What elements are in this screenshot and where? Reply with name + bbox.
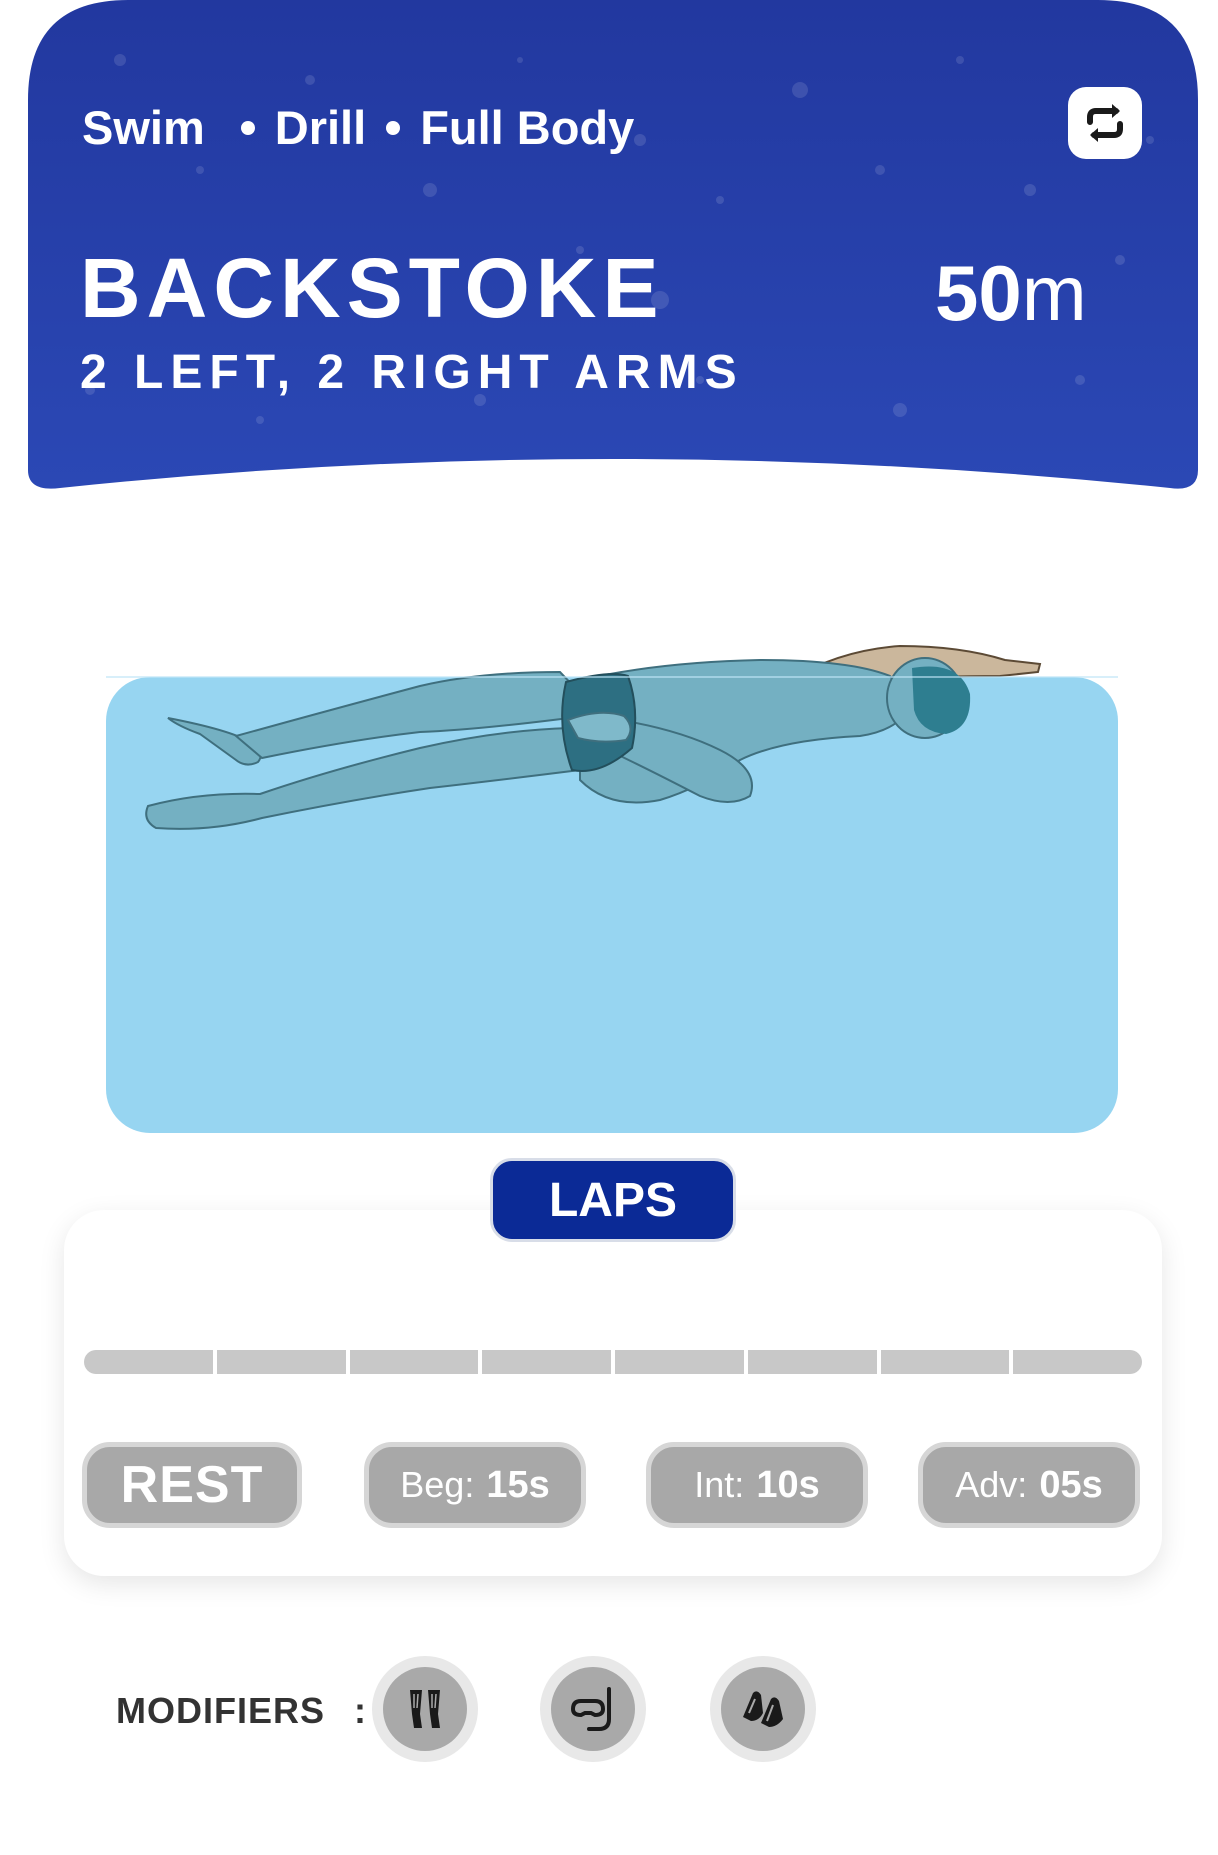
modifier-fins-button[interactable]	[372, 1656, 478, 1762]
hand	[566, 711, 632, 743]
rest-beginner-button[interactable]: Beg: 15s	[364, 1442, 586, 1528]
rest-level-label: Beg:	[400, 1464, 475, 1505]
exercise-subtitle: 2 LEFT, 2 RIGHT ARMS	[80, 346, 744, 399]
breadcrumb-item-sport: Swim	[82, 101, 205, 154]
laps-button[interactable]: LAPS	[490, 1158, 736, 1242]
separator-dot-icon	[240, 120, 255, 135]
snorkel-icon	[570, 1687, 611, 1731]
lap-segment	[84, 1350, 213, 1374]
swimmer-illustration	[106, 644, 1118, 1133]
rest-level-value: 05s	[1039, 1463, 1103, 1506]
laps-progress-bar	[84, 1350, 1142, 1374]
lap-segment	[1013, 1350, 1142, 1374]
lap-segment	[615, 1350, 744, 1374]
lap-segment	[747, 1350, 877, 1374]
rest-level-label: Int:	[694, 1464, 745, 1505]
lap-segment	[482, 1350, 611, 1374]
distance: 50m	[935, 248, 1087, 339]
lap-segment	[216, 1350, 346, 1374]
separator-dot-icon	[386, 120, 401, 135]
breadcrumb-item-type: Drill	[274, 101, 367, 154]
breadcrumb-item-focus: Full Body	[420, 101, 635, 154]
rest-level-value: 10s	[756, 1463, 820, 1506]
rest-button[interactable]: REST	[82, 1442, 302, 1528]
distance-value: 50	[935, 249, 1022, 337]
breadcrumb: Swim Drill Full Body	[82, 100, 634, 155]
distance-unit: m	[1021, 249, 1087, 337]
modifiers-label: MODIFIERS :	[116, 1690, 368, 1731]
swap-exercise-button[interactable]	[1068, 87, 1142, 159]
lap-segment	[880, 1350, 1010, 1374]
repeat-icon	[1087, 104, 1123, 142]
modifier-snorkel-button[interactable]	[540, 1656, 646, 1762]
modifier-paddles-button[interactable]	[710, 1656, 816, 1762]
paddles-icon	[743, 1691, 783, 1727]
exercise-title: BACKSTOKE	[80, 241, 665, 335]
lap-segment	[349, 1350, 479, 1374]
rest-advanced-button[interactable]: Adv: 05s	[918, 1442, 1140, 1528]
fins-icon	[410, 1690, 440, 1728]
rest-level-value: 15s	[486, 1463, 550, 1506]
header: Swim Drill Full Body BACKSTOKE 50m 2 LEF…	[0, 0, 1218, 500]
rest-level-label: Adv:	[955, 1464, 1028, 1505]
rest-intermediate-button[interactable]: Int: 10s	[646, 1442, 868, 1528]
